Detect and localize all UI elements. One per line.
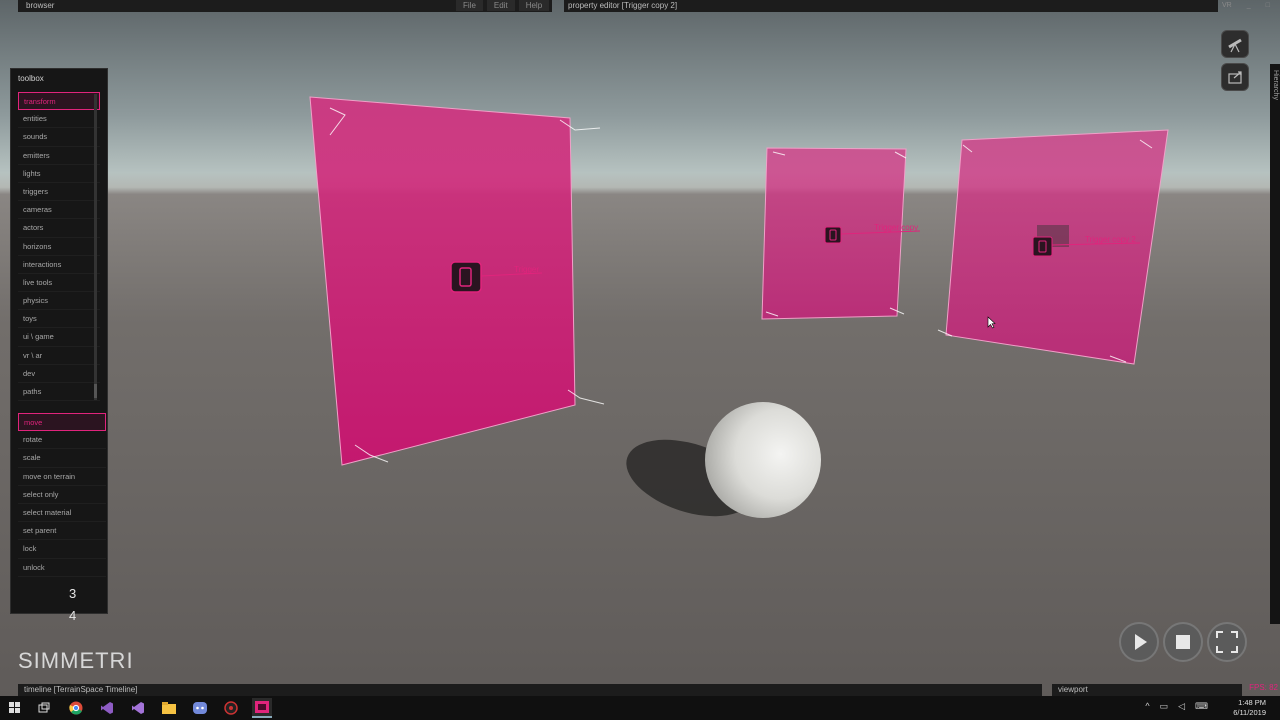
- category-scrollbar-thumb[interactable]: [94, 384, 97, 398]
- category-live-tools[interactable]: live tools: [18, 274, 100, 293]
- clock-time: 1:48 PM: [1238, 698, 1266, 707]
- trigger-3-icon[interactable]: [1032, 236, 1053, 257]
- telescope-button[interactable]: [1221, 30, 1249, 58]
- fps-counter: FPS: 82: [1249, 683, 1278, 692]
- visual-studio-icon[interactable]: [97, 698, 117, 718]
- tool-move[interactable]: move: [18, 413, 106, 432]
- tool-unlock[interactable]: unlock: [18, 559, 106, 577]
- windows-start-icon[interactable]: [5, 698, 25, 718]
- tray-network-icon[interactable]: ▭: [1160, 701, 1169, 712]
- property-editor-title-bar[interactable]: property editor [Trigger copy 2]: [564, 0, 1218, 12]
- tool-move-on-terrain[interactable]: move on terrain: [18, 468, 106, 486]
- category-scrollbar[interactable]: [94, 94, 97, 400]
- category-cameras[interactable]: cameras: [18, 201, 100, 220]
- task-view-icon[interactable]: [34, 698, 54, 718]
- menu-edit[interactable]: Edit: [486, 0, 515, 11]
- toolbox-title: toolbox: [18, 74, 44, 83]
- category-lights[interactable]: lights: [18, 165, 100, 183]
- hierarchy-label: Hierarchy: [1272, 70, 1279, 100]
- app-root: Trigger Trigger copy Trigger copy 2 brow…: [0, 0, 1280, 720]
- tool-rotate[interactable]: rotate: [18, 431, 106, 450]
- simmetri-app-icon[interactable]: [252, 698, 272, 718]
- main-menu: File Edit Help: [456, 0, 550, 11]
- menu-help[interactable]: Help: [518, 0, 550, 11]
- timeline-label: timeline [TerrainSpace Timeline]: [24, 685, 138, 694]
- category-toys[interactable]: toys: [18, 310, 100, 329]
- category-sounds[interactable]: sounds: [18, 128, 100, 147]
- hierarchy-tab[interactable]: [1270, 64, 1280, 624]
- category-transform[interactable]: transform: [18, 92, 100, 111]
- telescope-icon: [1228, 38, 1242, 53]
- minimize-button[interactable]: _: [1247, 0, 1251, 12]
- category-physics[interactable]: physics: [18, 292, 100, 311]
- play-icon: [1135, 634, 1147, 650]
- toolbox-category-list: transform entities sounds emitters light…: [18, 92, 100, 402]
- recording-app-icon[interactable]: [221, 698, 241, 718]
- toolbox-tool-list: move rotate scale move on terrain select…: [18, 413, 106, 577]
- play-button[interactable]: [1119, 622, 1159, 662]
- trigger-panel-1[interactable]: [309, 96, 576, 466]
- category-ui-game[interactable]: ui \ game: [18, 328, 100, 347]
- window-controls: VR _ □: [1222, 0, 1270, 12]
- trigger-3-label: Trigger copy 2: [1085, 235, 1136, 244]
- system-clock[interactable]: 1:48 PM 6/11/2019: [1233, 698, 1266, 718]
- category-paths[interactable]: paths: [18, 383, 100, 402]
- file-explorer-icon[interactable]: [159, 698, 179, 718]
- chrome-icon[interactable]: [66, 698, 86, 718]
- category-vr-ar[interactable]: vr \ ar: [18, 347, 100, 365]
- property-editor-title: property editor [Trigger copy 2]: [568, 1, 678, 10]
- clock-date: 6/11/2019: [1233, 708, 1266, 717]
- timeline-bar[interactable]: timeline [TerrainSpace Timeline]: [18, 684, 1042, 696]
- trigger-1-label: Trigger: [514, 265, 539, 274]
- viewport-bar[interactable]: viewport: [1052, 684, 1242, 696]
- visual-studio-2-icon[interactable]: [128, 698, 148, 718]
- scene-layer: Trigger Trigger copy Trigger copy 2: [309, 96, 1169, 518]
- tool-select-material[interactable]: select material: [18, 504, 106, 523]
- trigger-1-icon[interactable]: [450, 261, 482, 293]
- tool-set-parent[interactable]: set parent: [18, 522, 106, 541]
- discord-icon[interactable]: [190, 698, 210, 718]
- tool-scale[interactable]: scale: [18, 449, 106, 468]
- menu-file[interactable]: File: [456, 0, 483, 11]
- viewport-label: viewport: [1058, 685, 1088, 694]
- share-button[interactable]: [1221, 63, 1249, 91]
- trigger-2-icon[interactable]: [824, 226, 842, 244]
- category-emitters[interactable]: emitters: [18, 147, 100, 165]
- stop-icon: [1176, 635, 1190, 649]
- sphere-object[interactable]: [705, 402, 821, 518]
- category-dev[interactable]: dev: [18, 365, 100, 383]
- windows-taskbar: ^ ▭ ◁ ⌨ 1:48 PM 6/11/2019: [0, 696, 1280, 720]
- system-tray: ^ ▭ ◁ ⌨: [1145, 701, 1208, 712]
- tool-select-only[interactable]: select only: [18, 486, 106, 504]
- browser-title: browser: [26, 1, 55, 10]
- category-triggers[interactable]: triggers: [18, 183, 100, 202]
- share-icon: [1228, 71, 1242, 84]
- vr-toggle[interactable]: VR: [1222, 0, 1232, 12]
- category-actors[interactable]: actors: [18, 219, 100, 238]
- toolbox-number-4: 4: [69, 608, 77, 623]
- fullscreen-button[interactable]: [1207, 622, 1247, 662]
- tray-keyboard-icon[interactable]: ⌨: [1195, 701, 1208, 712]
- trigger-2-label: Trigger copy: [874, 223, 918, 232]
- toolbox-panel: toolbox transform entities sounds emitte…: [10, 68, 108, 614]
- fullscreen-icon: [1216, 631, 1238, 653]
- tray-chevron-icon[interactable]: ^: [1145, 701, 1149, 712]
- category-horizons[interactable]: horizons: [18, 238, 100, 256]
- toolbox-number-3: 3: [69, 586, 77, 601]
- stop-button[interactable]: [1163, 622, 1203, 662]
- simmetri-logo: SIMMETRI: [18, 648, 134, 673]
- category-entities[interactable]: entities: [18, 110, 100, 129]
- category-interactions[interactable]: interactions: [18, 256, 100, 274]
- tool-lock[interactable]: lock: [18, 540, 106, 559]
- maximize-button[interactable]: □: [1266, 0, 1270, 12]
- tray-volume-icon[interactable]: ◁: [1178, 701, 1185, 712]
